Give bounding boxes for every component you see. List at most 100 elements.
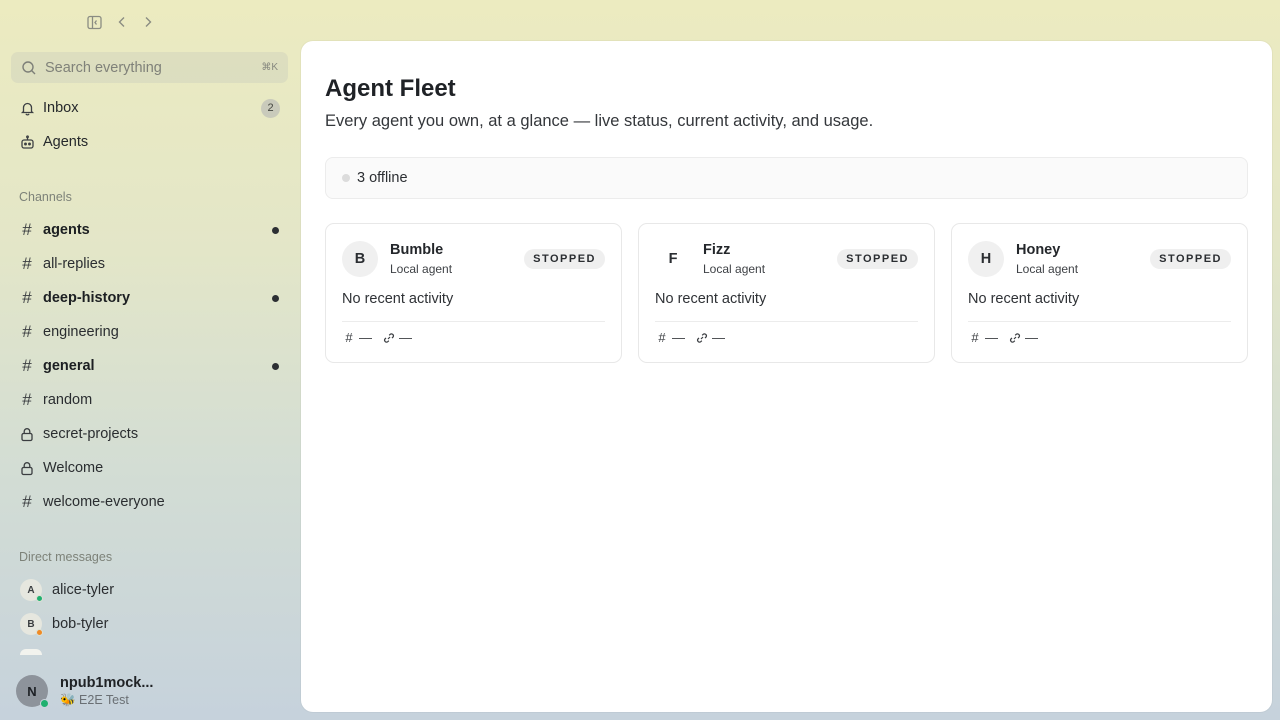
channel-item-deep-history[interactable]: # deep-history: [11, 283, 288, 313]
sidebar-toggle-icon[interactable]: [86, 14, 102, 30]
link-icon: [382, 331, 396, 345]
avatar: F: [655, 241, 691, 277]
current-user[interactable]: N npub1mock... 🐝 E2E Test: [0, 662, 300, 720]
hash-icon: #: [22, 322, 32, 341]
channels-value: —: [672, 330, 685, 345]
page-title: Agent Fleet: [325, 75, 456, 102]
search-shortcut: ⌘K: [261, 62, 278, 73]
link-icon: [1008, 331, 1022, 345]
agent-card-honey[interactable]: H Honey Local agent STOPPED No recent ac…: [951, 223, 1248, 363]
channel-item-welcome[interactable]: Welcome: [11, 453, 288, 483]
channels-value: —: [359, 330, 372, 345]
hash-icon: #: [22, 254, 32, 273]
channel-label: engineering: [43, 324, 119, 340]
offline-count: 3 offline: [357, 170, 408, 186]
presence-indicator: [36, 595, 43, 602]
channel-item-random[interactable]: # random: [11, 385, 288, 415]
agent-name: Bumble: [390, 242, 444, 258]
offline-status-dot: [342, 174, 350, 182]
channel-item-welcome-everyone[interactable]: # welcome-everyone: [11, 487, 288, 517]
channel-label: all-replies: [43, 256, 106, 272]
sidebar: Search everything ⌘K Inbox 2 Agents Chan…: [0, 44, 300, 720]
channel-item-secret-projects[interactable]: secret-projects: [11, 419, 288, 449]
channel-item-agents[interactable]: # agents: [11, 215, 288, 245]
main-panel: Agent Fleet Every agent you own, at a gl…: [301, 41, 1272, 712]
hash-icon: #: [22, 356, 32, 375]
agent-card-fizz[interactable]: F Fizz Local agent STOPPED No recent act…: [638, 223, 935, 363]
sidebar-item-label: Inbox: [43, 100, 79, 116]
search-input[interactable]: Search everything ⌘K: [11, 52, 288, 83]
divider: [968, 321, 1231, 322]
unread-indicator: [272, 362, 279, 370]
user-status: 🐝 E2E Test: [60, 692, 129, 707]
agent-usage: # — —: [342, 330, 422, 345]
channel-label: deep-history: [43, 290, 131, 306]
hash-icon: #: [22, 492, 32, 511]
agent-activity: No recent activity: [968, 291, 1080, 307]
user-info: npub1mock... 🐝 E2E Test: [60, 675, 153, 708]
hash-icon: #: [345, 330, 353, 345]
presence-indicator: [40, 699, 49, 708]
avatar-initial: A: [27, 584, 35, 596]
link-icon: [695, 331, 709, 345]
avatar: B: [342, 241, 378, 277]
robot-icon: [19, 134, 35, 150]
status-badge: STOPPED: [524, 249, 605, 269]
divider: [342, 321, 605, 322]
forward-arrow-icon[interactable]: [140, 14, 156, 30]
hash-icon: #: [22, 288, 32, 307]
hash-icon: #: [971, 330, 979, 345]
dm-item-alice-tyler[interactable]: A alice-tyler: [11, 575, 288, 605]
avatar: A: [20, 579, 43, 602]
inbox-count-badge: 2: [261, 98, 280, 118]
agent-kind: Local agent: [703, 262, 766, 276]
dm-section-label: Direct messages: [19, 550, 113, 564]
channel-item-all-replies[interactable]: # all-replies: [11, 249, 288, 279]
back-arrow-icon[interactable]: [114, 14, 130, 30]
channel-label: agents: [43, 222, 90, 238]
lock-icon: [19, 426, 35, 442]
channel-label: general: [43, 358, 95, 374]
search-icon: [21, 60, 37, 76]
sidebar-item-agents[interactable]: Agents: [11, 127, 288, 157]
channel-item-general[interactable]: # general: [11, 351, 288, 381]
agent-card-bumble[interactable]: B Bumble Local agent STOPPED No recent a…: [325, 223, 622, 363]
links-value: —: [399, 330, 412, 345]
fleet-status-summary: 3 offline: [325, 157, 1248, 199]
dm-label: alice-tyler: [52, 582, 115, 598]
agent-usage: # — —: [655, 330, 735, 345]
status-badge: STOPPED: [837, 249, 918, 269]
avatar-initial: N: [27, 683, 37, 699]
dm-item-bob-tyler[interactable]: B bob-tyler: [11, 609, 288, 639]
user-name: npub1mock...: [60, 674, 154, 691]
hash-icon: #: [22, 390, 32, 409]
agent-usage: # — —: [968, 330, 1048, 345]
dm-label: bob-tyler: [52, 616, 109, 632]
avatar-initial: B: [27, 618, 35, 630]
avatar: B: [20, 613, 43, 636]
unread-indicator: [272, 226, 279, 234]
sidebar-item-label: Agents: [43, 134, 89, 150]
search-placeholder: Search everything: [45, 59, 162, 76]
unread-indicator: [272, 294, 279, 302]
channel-label: random: [43, 392, 93, 408]
agent-activity: No recent activity: [655, 291, 767, 307]
channel-label: welcome-everyone: [43, 494, 165, 510]
channel-label: Welcome: [43, 460, 104, 476]
agent-kind: Local agent: [390, 262, 453, 276]
channel-item-engineering[interactable]: # engineering: [11, 317, 288, 347]
presence-indicator: [36, 629, 43, 636]
divider: [655, 321, 918, 322]
page-subtitle: Every agent you own, at a glance — live …: [325, 112, 874, 130]
lock-icon: [19, 460, 35, 476]
links-value: —: [712, 330, 725, 345]
avatar: N: [16, 675, 49, 708]
agent-name: Fizz: [703, 242, 731, 258]
sidebar-item-inbox[interactable]: Inbox 2: [11, 93, 288, 123]
channels-value: —: [985, 330, 998, 345]
top-toolbar: [0, 0, 300, 44]
agent-kind: Local agent: [1016, 262, 1079, 276]
links-value: —: [1025, 330, 1038, 345]
agent-activity: No recent activity: [342, 291, 454, 307]
hash-icon: #: [658, 330, 666, 345]
